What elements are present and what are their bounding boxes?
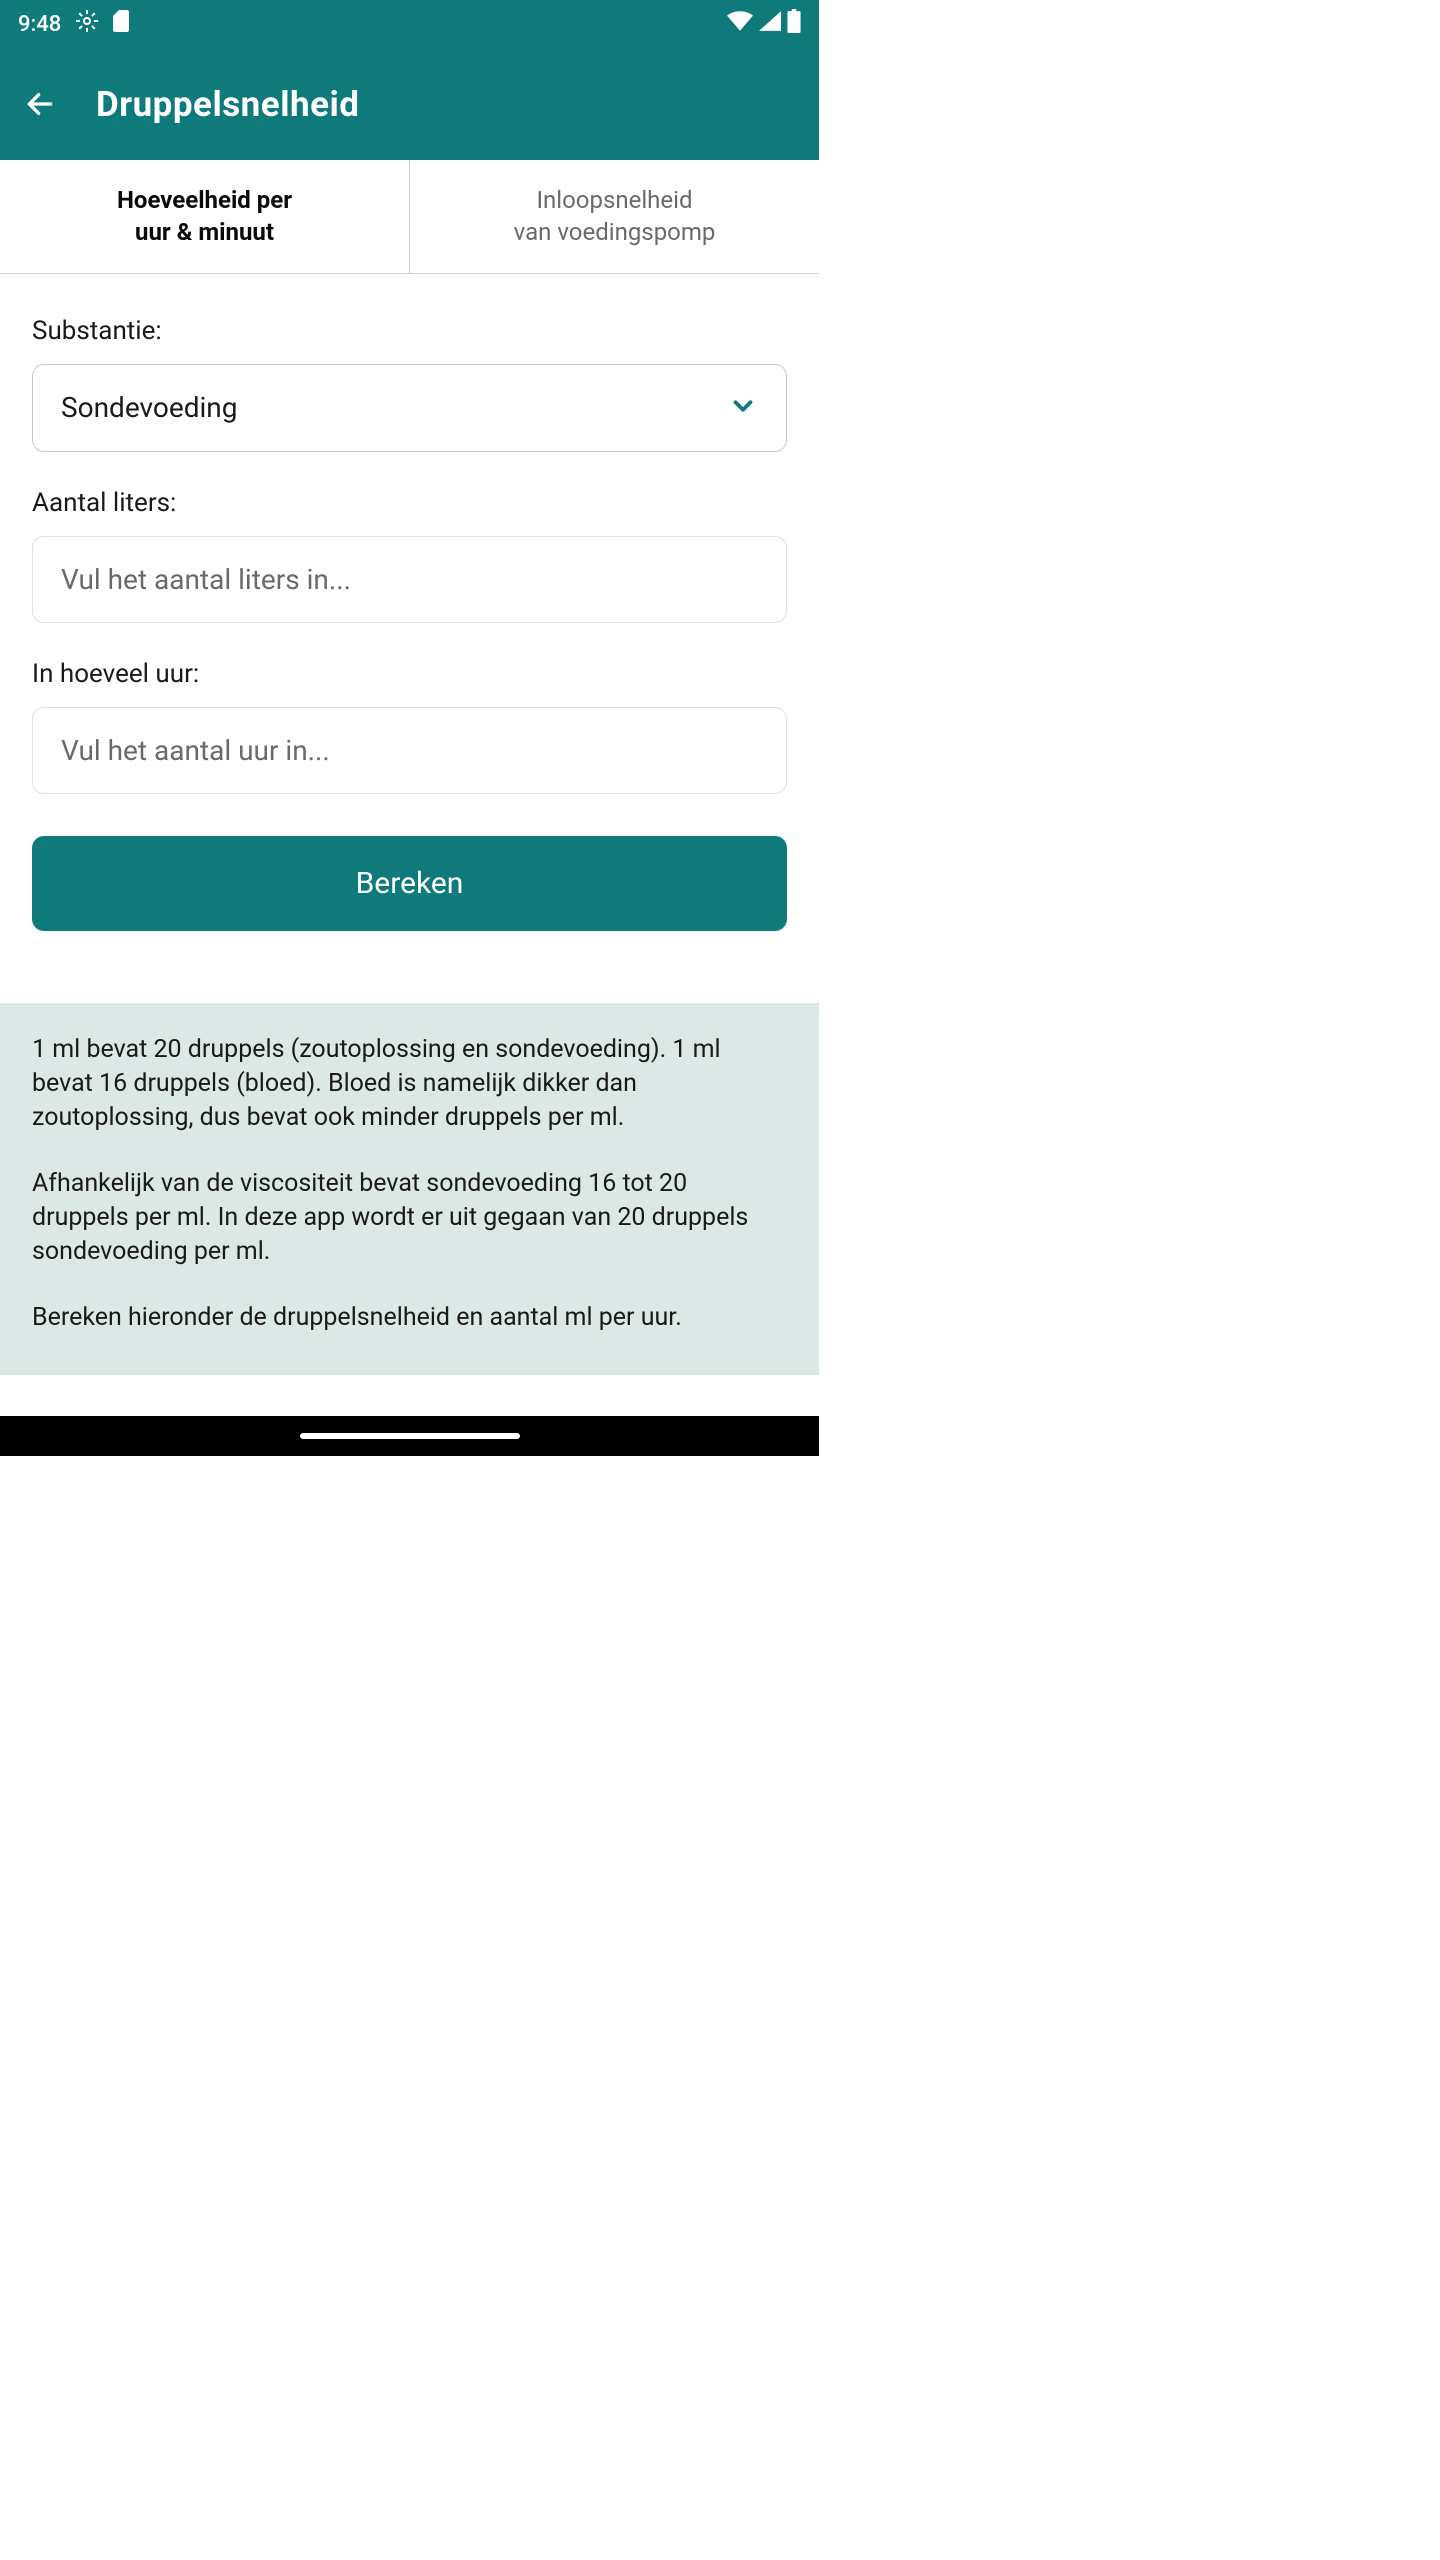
liters-input[interactable] — [32, 536, 787, 623]
gear-icon — [75, 9, 99, 39]
form-section: Substantie: Sondevoeding Aantal liters: … — [0, 274, 819, 963]
battery-icon — [787, 9, 801, 39]
info-paragraph-1: 1 ml bevat 20 druppels (zoutoplossing en… — [32, 1033, 787, 1135]
info-paragraph-3: Bereken hieronder de druppelsnelheid en … — [32, 1301, 787, 1335]
sd-card-icon — [113, 10, 131, 38]
wifi-icon — [727, 11, 753, 37]
app-bar: Druppelsnelheid — [0, 48, 819, 160]
substance-label: Substantie: — [32, 316, 787, 346]
nav-handle[interactable] — [300, 1433, 520, 1439]
info-section: 1 ml bevat 20 druppels (zoutoplossing en… — [0, 1003, 819, 1375]
chevron-down-icon — [728, 391, 758, 425]
status-right — [727, 9, 801, 39]
status-bar: 9:48 — [0, 0, 819, 48]
tab-label-active: Hoeveelheid per uur & minuut — [117, 186, 292, 246]
substance-dropdown[interactable]: Sondevoeding — [32, 364, 787, 452]
status-time: 9:48 — [18, 12, 61, 37]
liters-label: Aantal liters: — [32, 488, 787, 518]
info-paragraph-2: Afhankelijk van de viscositeit bevat son… — [32, 1167, 787, 1269]
arrow-left-icon — [24, 88, 56, 120]
hours-input[interactable] — [32, 707, 787, 794]
hours-label: In hoeveel uur: — [32, 659, 787, 689]
tabs: Hoeveelheid per uur & minuut Inloopsnelh… — [0, 160, 819, 274]
tab-amount-per-hour-minute[interactable]: Hoeveelheid per uur & minuut — [0, 160, 410, 273]
back-button[interactable] — [16, 80, 64, 128]
tab-pump-speed[interactable]: Inloopsnelheid van voedingspomp — [410, 160, 819, 273]
substance-value: Sondevoeding — [61, 391, 237, 424]
navigation-bar — [0, 1416, 819, 1456]
tab-label-inactive: Inloopsnelheid van voedingspomp — [514, 186, 716, 246]
calculate-button[interactable]: Bereken — [32, 836, 787, 931]
page-title: Druppelsnelheid — [96, 84, 359, 125]
status-left: 9:48 — [18, 9, 131, 39]
signal-icon — [759, 11, 781, 37]
